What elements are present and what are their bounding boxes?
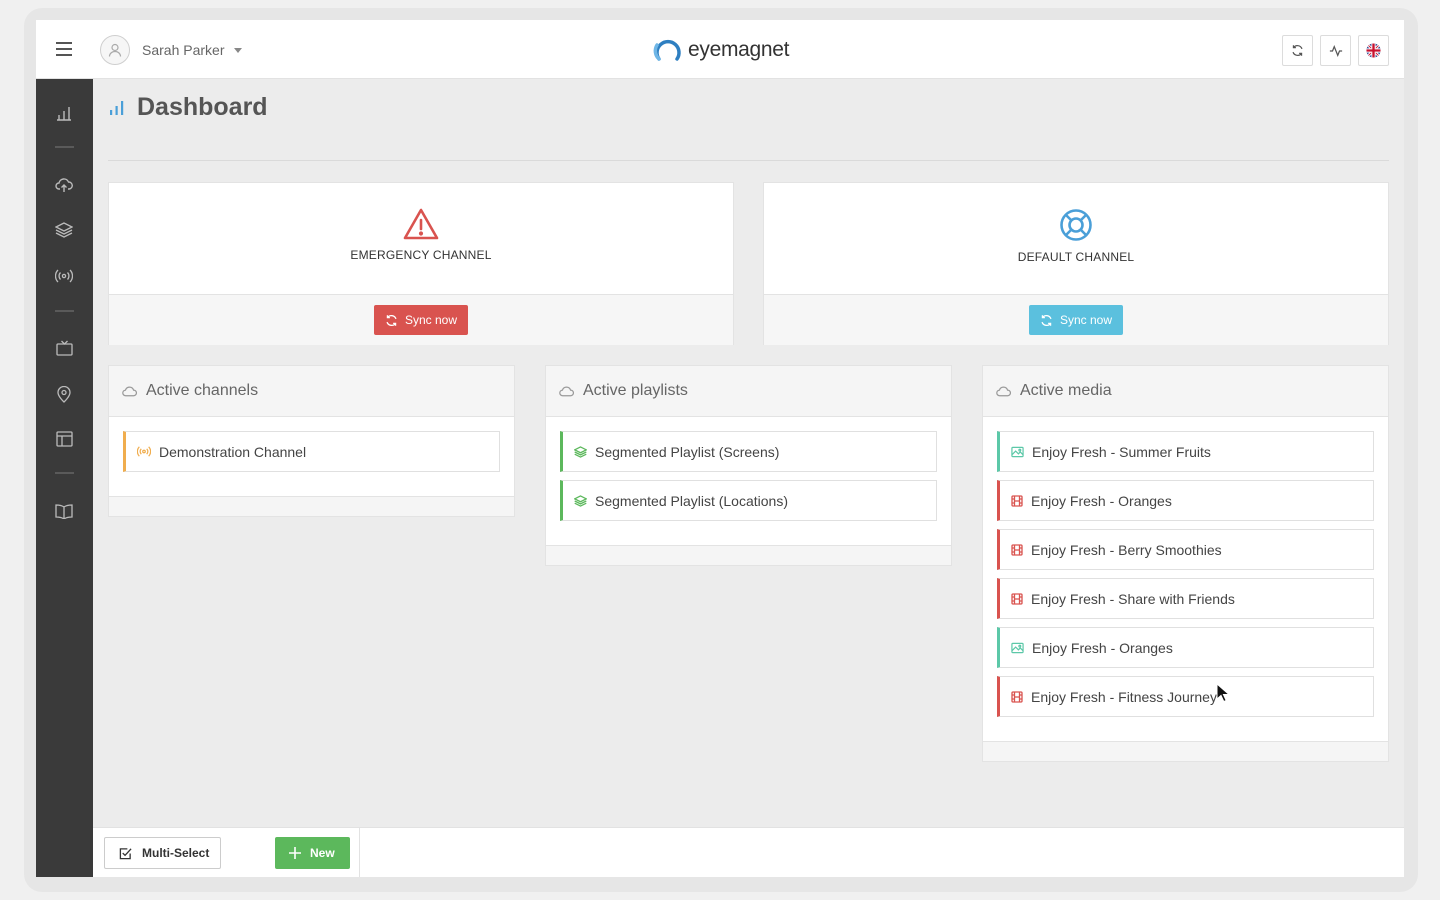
mouse-cursor-icon — [1216, 683, 1230, 703]
logo-text: eyemagnet — [688, 38, 790, 61]
activity-button[interactable] — [1320, 35, 1351, 66]
refresh-button[interactable] — [1282, 35, 1313, 66]
broadcast-icon[interactable] — [54, 266, 74, 286]
avatar — [100, 35, 130, 65]
list-item[interactable]: Enjoy Fresh - Share with Friends — [997, 578, 1374, 619]
list-item[interactable]: Enjoy Fresh - Fitness Journey — [997, 676, 1374, 717]
sidebar — [36, 79, 93, 877]
refresh-icon — [386, 314, 397, 326]
cloud-upload-icon[interactable] — [54, 175, 74, 195]
top-bar: Sarah Parker eyemagnet — [36, 20, 1404, 79]
layout-icon[interactable] — [54, 429, 74, 449]
panel-title: Active channels — [146, 382, 259, 399]
cloud-icon — [559, 386, 574, 396]
page-header: Dashboard — [109, 93, 268, 122]
eyemagnet-logo-icon — [653, 39, 681, 61]
layers-icon[interactable] — [54, 220, 74, 240]
bar-chart-icon — [110, 100, 124, 115]
default-channel-card: DEFAULT CHANNEL Sync now — [763, 182, 1389, 345]
sync-button-label: Sync now — [1059, 313, 1113, 327]
list-item-label: Segmented Playlist (Screens) — [595, 443, 780, 460]
cloud-icon — [996, 386, 1011, 396]
new-button[interactable]: New — [275, 837, 350, 869]
map-pin-icon[interactable] — [54, 384, 74, 404]
list-item[interactable]: Enjoy Fresh - Oranges — [997, 627, 1374, 668]
activity-icon — [1329, 44, 1342, 57]
refresh-icon — [1041, 314, 1052, 326]
film-icon — [1011, 690, 1023, 703]
default-sync-button[interactable]: Sync now — [1028, 305, 1124, 335]
cloud-icon — [122, 386, 137, 396]
sidebar-divider — [55, 472, 74, 474]
toolbar-divider — [359, 828, 360, 877]
chevron-down-icon — [234, 47, 243, 53]
book-icon[interactable] — [54, 501, 74, 521]
film-icon — [1011, 494, 1023, 507]
default-channel-label: DEFAULT CHANNEL — [1017, 250, 1135, 264]
layers-icon — [574, 494, 587, 507]
logo: eyemagnet — [651, 37, 790, 63]
active-channels-panel: Active channels Demonstration Channel — [108, 365, 515, 517]
list-item-label: Enjoy Fresh - Summer Fruits — [1032, 443, 1211, 460]
list-item[interactable]: Segmented Playlist (Screens) — [560, 431, 937, 472]
multi-select-label: Multi-Select — [142, 846, 210, 860]
emergency-channel-label: EMERGENCY CHANNEL — [350, 248, 492, 262]
list-item-label: Enjoy Fresh - Oranges — [1031, 492, 1172, 509]
active-playlists-panel: Active playlists Segmented Playlist (Scr… — [545, 365, 952, 566]
language-button[interactable] — [1358, 35, 1389, 66]
checkbox-icon — [119, 847, 132, 859]
page-title: Dashboard — [137, 93, 268, 121]
film-icon — [1011, 543, 1023, 556]
image-icon — [1011, 446, 1024, 457]
list-item[interactable]: Segmented Playlist (Locations) — [560, 480, 937, 521]
bottom-toolbar: Multi-Select New — [93, 827, 1404, 877]
refresh-icon — [1292, 45, 1303, 56]
panel-footer — [546, 545, 951, 565]
list-item-label: Enjoy Fresh - Share with Friends — [1031, 590, 1235, 607]
list-item[interactable]: Demonstration Channel — [123, 431, 500, 472]
image-icon — [1011, 642, 1024, 653]
main-content: Dashboard EMERGENCY CHANNEL Sync now DEF… — [93, 79, 1404, 827]
app-window: Sarah Parker eyemagnet Dashboard EMERGEN… — [36, 20, 1404, 877]
list-item-label: Enjoy Fresh - Fitness Journey — [1031, 688, 1217, 705]
active-media-panel: Active media Enjoy Fresh - Summer Fruits… — [982, 365, 1389, 762]
list-item[interactable]: Enjoy Fresh - Berry Smoothies — [997, 529, 1374, 570]
list-item[interactable]: Enjoy Fresh - Summer Fruits — [997, 431, 1374, 472]
title-divider — [108, 160, 1389, 161]
multi-select-button[interactable]: Multi-Select — [104, 837, 221, 869]
list-item-label: Segmented Playlist (Locations) — [595, 492, 788, 509]
layers-icon — [574, 445, 587, 458]
panel-title: Active media — [1020, 382, 1112, 399]
uk-flag-icon — [1366, 43, 1381, 58]
sync-button-label: Sync now — [404, 313, 458, 327]
new-button-label: New — [310, 846, 335, 860]
bar-chart-icon[interactable] — [54, 103, 74, 123]
lifebuoy-icon — [1060, 209, 1092, 241]
panel-title: Active playlists — [583, 382, 688, 399]
plus-icon — [289, 847, 301, 859]
emergency-channel-card: EMERGENCY CHANNEL Sync now — [108, 182, 734, 345]
panel-footer — [983, 741, 1388, 761]
list-item-label: Enjoy Fresh - Oranges — [1032, 639, 1173, 656]
warning-icon — [403, 208, 439, 240]
broadcast-icon — [137, 446, 151, 457]
list-item[interactable]: Enjoy Fresh - Oranges — [997, 480, 1374, 521]
emergency-sync-button[interactable]: Sync now — [373, 305, 469, 335]
list-item-label: Enjoy Fresh - Berry Smoothies — [1031, 541, 1222, 558]
tv-icon[interactable] — [54, 338, 74, 358]
sidebar-divider — [55, 310, 74, 312]
list-item-label: Demonstration Channel — [159, 443, 307, 460]
film-icon — [1011, 592, 1023, 605]
menu-icon[interactable] — [56, 42, 72, 56]
user-menu[interactable]: Sarah Parker — [100, 35, 243, 65]
panel-footer — [109, 496, 514, 516]
sidebar-divider — [55, 146, 74, 148]
user-name: Sarah Parker — [142, 42, 225, 58]
